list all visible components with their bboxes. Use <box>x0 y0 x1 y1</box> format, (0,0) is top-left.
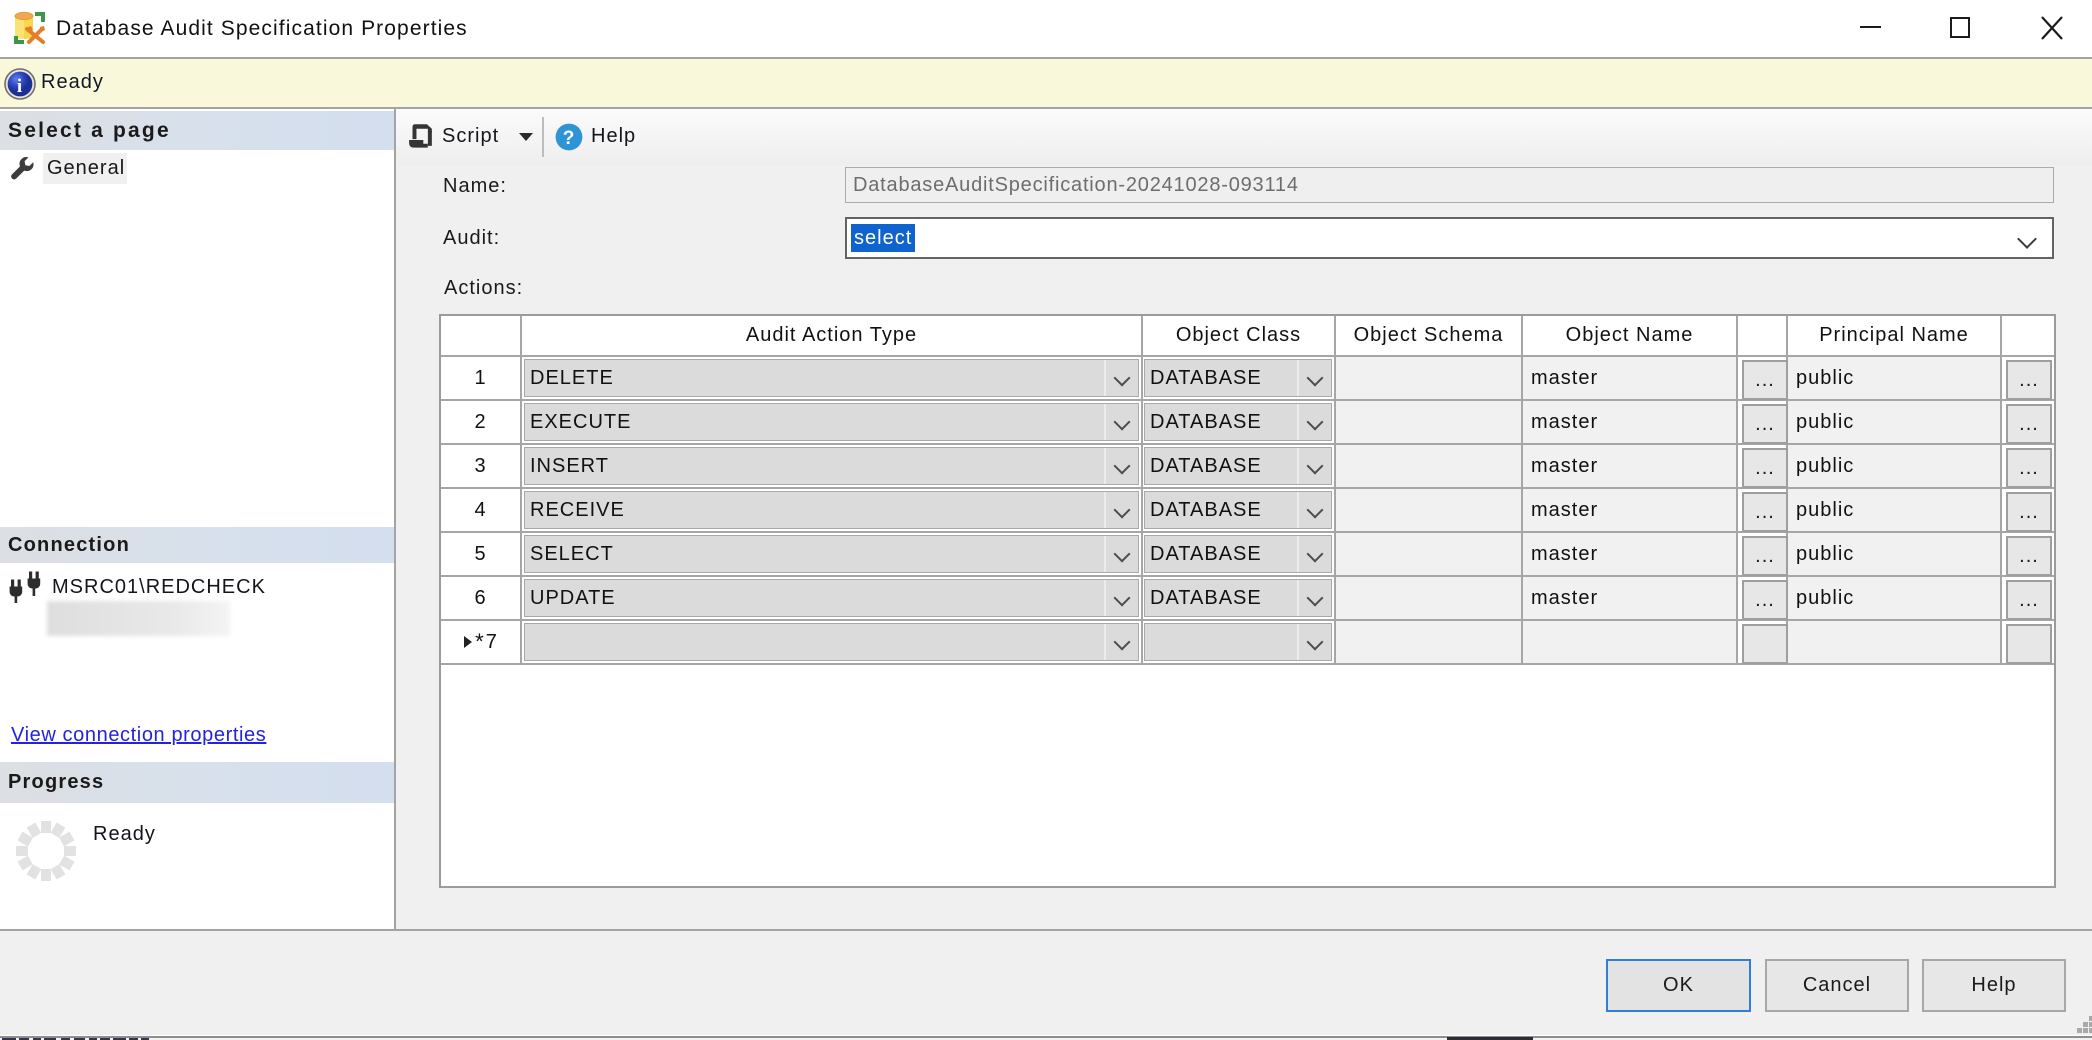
svg-text:?: ? <box>563 128 576 149</box>
svg-text:i: i <box>17 76 23 97</box>
